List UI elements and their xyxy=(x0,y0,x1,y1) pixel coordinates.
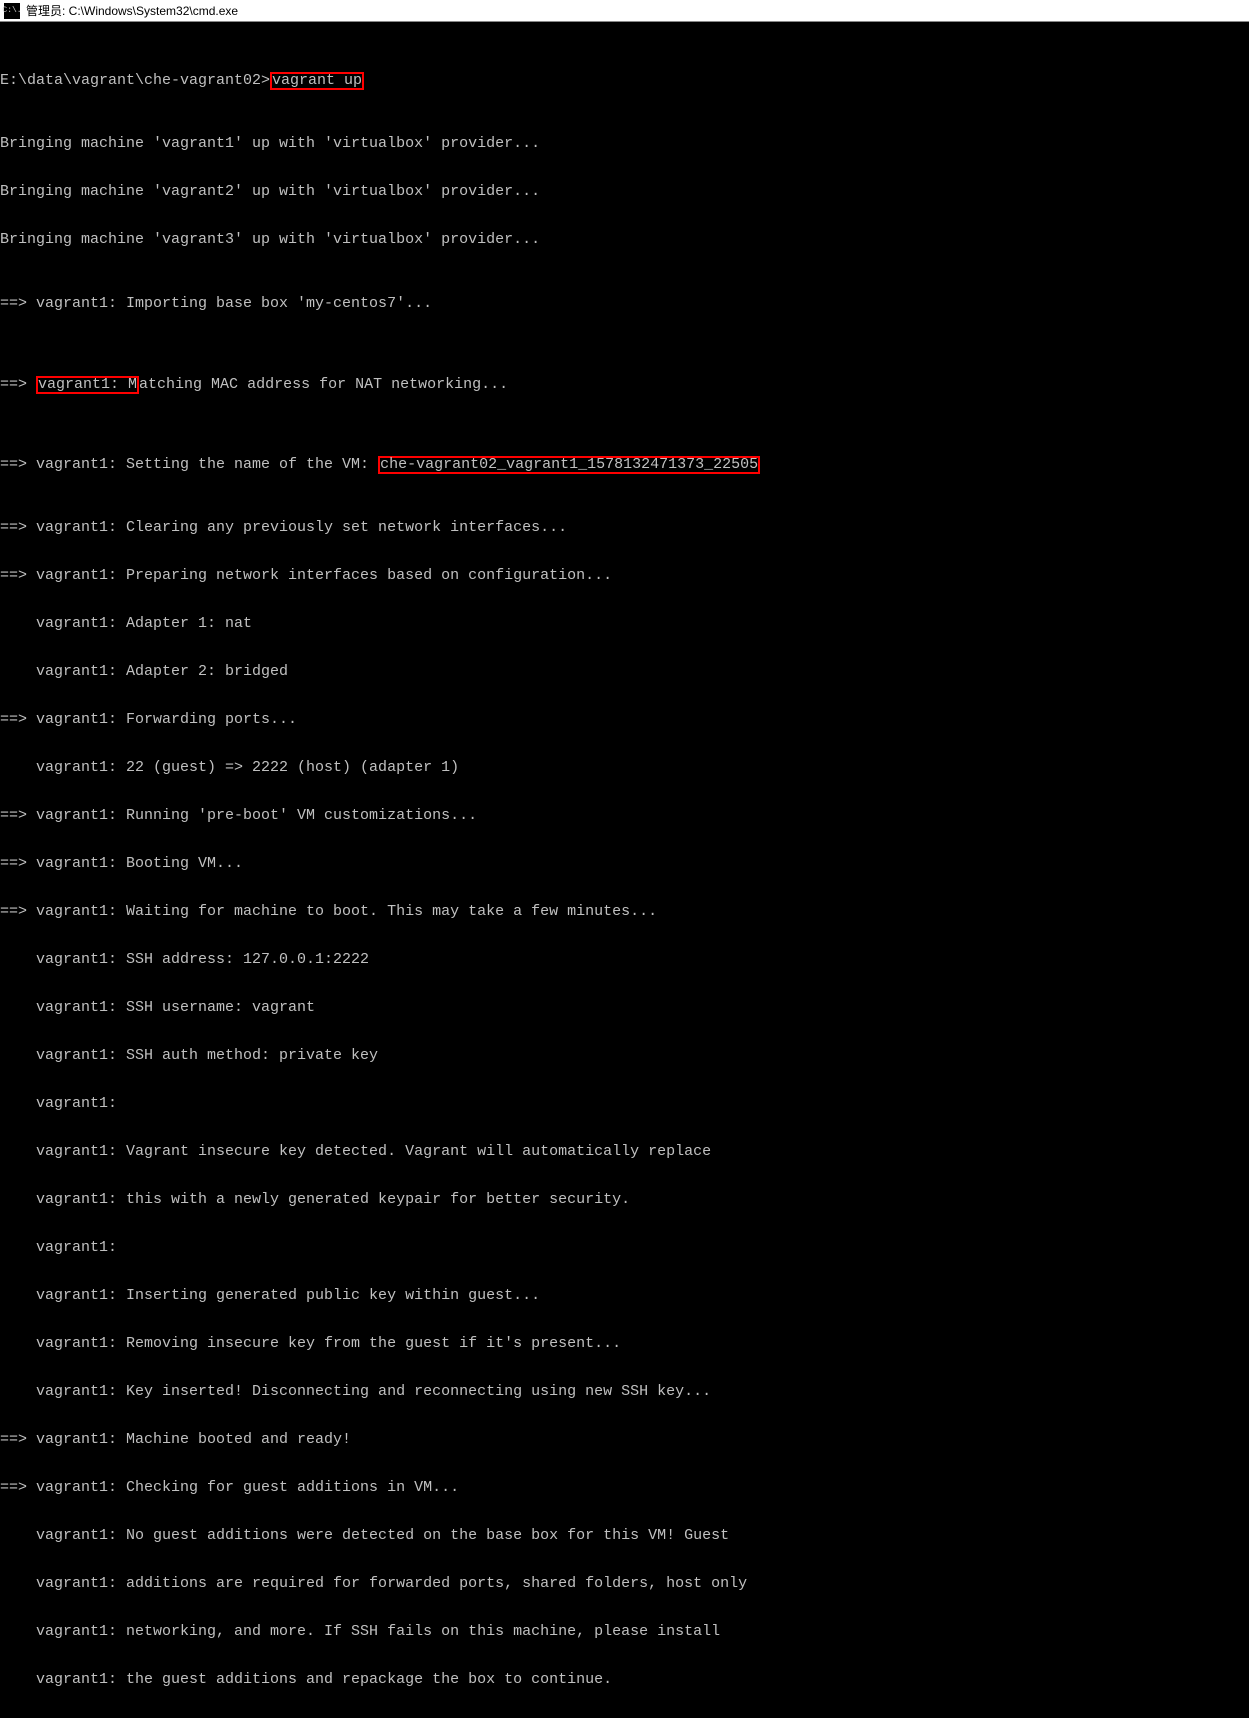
output-line: vagrant1: this with a newly generated ke… xyxy=(0,1192,1249,1208)
output-line: vagrant1: Adapter 2: bridged xyxy=(0,664,1249,680)
output-line: vagrant1: Vagrant insecure key detected.… xyxy=(0,1144,1249,1160)
output-line: ==> vagrant1: Waiting for machine to boo… xyxy=(0,904,1249,920)
output-line: ==> vagrant1: Forwarding ports... xyxy=(0,712,1249,728)
output-line: vagrant1: SSH auth method: private key xyxy=(0,1048,1249,1064)
output-line: ==> vagrant1: Preparing network interfac… xyxy=(0,568,1249,584)
output-line: vagrant1: xyxy=(0,1096,1249,1112)
output-line: ==> vagrant1: Machine booted and ready! xyxy=(0,1432,1249,1448)
txt: atching MAC address for NAT networking..… xyxy=(139,376,508,393)
prompt-line: E:\data\vagrant\che-vagrant02>vagrant up xyxy=(0,72,1249,88)
txt: ==> vagrant1: Setting the name of the VM… xyxy=(0,456,378,473)
command-highlight: vagrant up xyxy=(270,72,364,90)
output-line: ==> vagrant1: Booting VM... xyxy=(0,856,1249,872)
output-line: Bringing machine 'vagrant2' up with 'vir… xyxy=(0,184,1249,200)
output-line: vagrant1: Adapter 1: nat xyxy=(0,616,1249,632)
terminal-output[interactable]: E:\data\vagrant\che-vagrant02>vagrant up… xyxy=(0,22,1249,1718)
vagrant1-label-highlight: vagrant1: M xyxy=(36,376,139,394)
output-line: ==> vagrant1: Matching MAC address for N… xyxy=(0,376,1249,392)
output-line: vagrant1: Removing insecure key from the… xyxy=(0,1336,1249,1352)
cmd-icon: C:\. xyxy=(4,3,20,19)
window-title: 管理员: C:\Windows\System32\cmd.exe xyxy=(26,2,238,19)
output-line: vagrant1: Key inserted! Disconnecting an… xyxy=(0,1384,1249,1400)
output-line: vagrant1: No guest additions were detect… xyxy=(0,1528,1249,1544)
output-line: ==> vagrant1: Clearing any previously se… xyxy=(0,520,1249,536)
output-line: ==> vagrant1: Checking for guest additio… xyxy=(0,1480,1249,1496)
output-line: vagrant1: SSH address: 127.0.0.1:2222 xyxy=(0,952,1249,968)
output-line: Bringing machine 'vagrant3' up with 'vir… xyxy=(0,232,1249,248)
output-line: vagrant1: networking, and more. If SSH f… xyxy=(0,1624,1249,1640)
output-line: vagrant1: SSH username: vagrant xyxy=(0,1000,1249,1016)
vm1-name-highlight: che-vagrant02_vagrant1_1578132471373_225… xyxy=(378,456,760,474)
txt: ==> xyxy=(0,376,36,393)
output-line: vagrant1: Inserting generated public key… xyxy=(0,1288,1249,1304)
output-line: vagrant1: the guest additions and repack… xyxy=(0,1672,1249,1688)
output-line: ==> vagrant1: Importing base box 'my-cen… xyxy=(0,296,1249,312)
output-line: vagrant1: 22 (guest) => 2222 (host) (ada… xyxy=(0,760,1249,776)
output-line: vagrant1: additions are required for for… xyxy=(0,1576,1249,1592)
output-line: ==> vagrant1: Running 'pre-boot' VM cust… xyxy=(0,808,1249,824)
prompt-path: E:\data\vagrant\che-vagrant02> xyxy=(0,72,270,89)
output-line: ==> vagrant1: Setting the name of the VM… xyxy=(0,456,1249,472)
window-titlebar: C:\. 管理员: C:\Windows\System32\cmd.exe xyxy=(0,0,1249,22)
output-line: Bringing machine 'vagrant1' up with 'vir… xyxy=(0,136,1249,152)
output-line: vagrant1: xyxy=(0,1240,1249,1256)
command-text: vagrant up xyxy=(272,72,362,89)
